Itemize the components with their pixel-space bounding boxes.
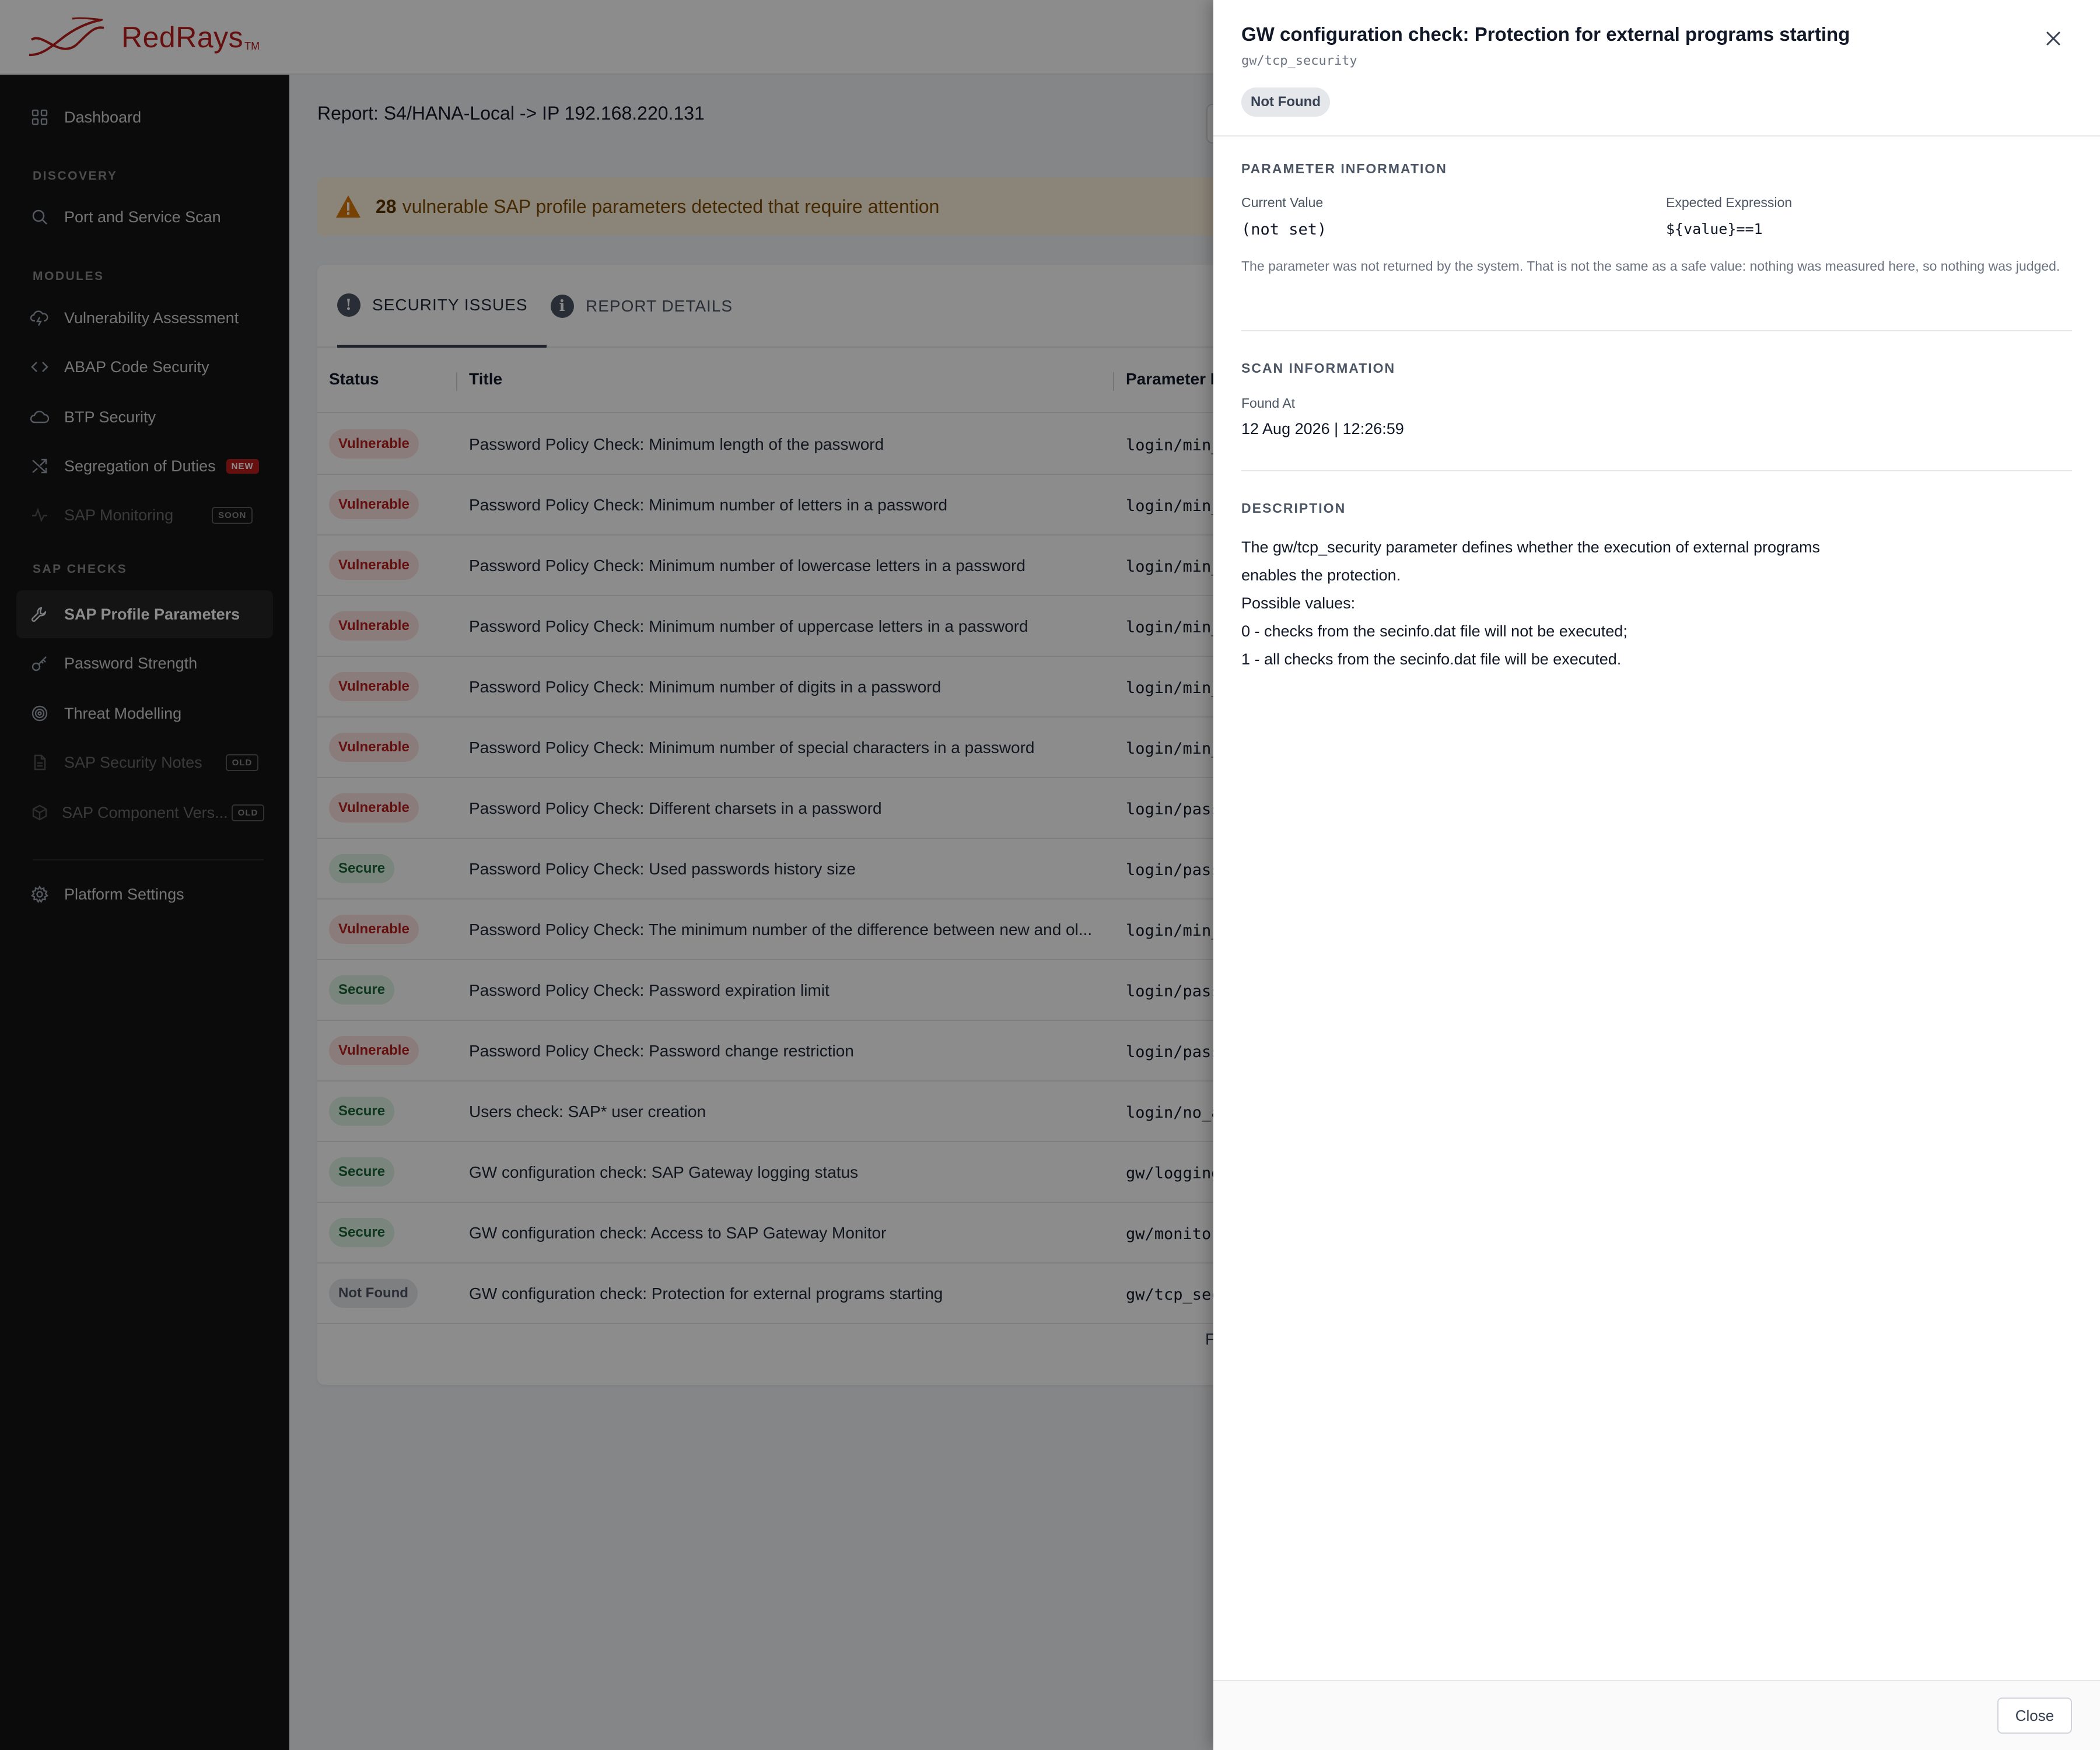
drawer-footer bbox=[1213, 1681, 2100, 1750]
status-badge: Not Found bbox=[1241, 88, 1330, 117]
drawer-parameter-name: gw/tcp_security bbox=[1241, 54, 1357, 68]
drawer-header-divider bbox=[1213, 135, 2100, 136]
description-line: Possible values: bbox=[1241, 594, 1356, 612]
found-at-value: 12 Aug 2026 | 12:26:59 bbox=[1241, 420, 1404, 438]
drawer-title: GW configuration check: Protection for e… bbox=[1241, 23, 1850, 45]
parameter-note: The parameter was not returned by the sy… bbox=[1241, 258, 2060, 274]
description-text: The gw/tcp_security parameter defines wh… bbox=[1241, 533, 2072, 673]
section-divider bbox=[1241, 470, 2072, 471]
section-divider bbox=[1241, 330, 2072, 331]
section-heading-scan-information: SCAN INFORMATION bbox=[1241, 360, 1396, 376]
current-value-label: Current Value bbox=[1241, 195, 1324, 210]
description-line: enables the protection. bbox=[1241, 566, 1401, 584]
current-value: (not set) bbox=[1241, 220, 1327, 239]
description-line: The gw/tcp_security parameter defines wh… bbox=[1241, 538, 1821, 556]
description-line: 0 - checks from the secinfo.dat file wil… bbox=[1241, 622, 1628, 640]
found-at-label: Found At bbox=[1241, 396, 1296, 411]
section-heading-description: DESCRIPTION bbox=[1241, 501, 1346, 516]
expected-expression-label: Expected Expression bbox=[1666, 195, 1793, 210]
description-line: 1 - all checks from the secinfo.dat file… bbox=[1241, 650, 1622, 668]
section-heading-parameter-information: PARAMETER INFORMATION bbox=[1241, 161, 1447, 176]
details-drawer: GW configuration check: Protection for e… bbox=[1213, 0, 2100, 1750]
close-button[interactable]: Close bbox=[1997, 1698, 2072, 1734]
close-icon[interactable] bbox=[2042, 27, 2065, 50]
expected-expression: ${value}==1 bbox=[1666, 220, 1763, 237]
